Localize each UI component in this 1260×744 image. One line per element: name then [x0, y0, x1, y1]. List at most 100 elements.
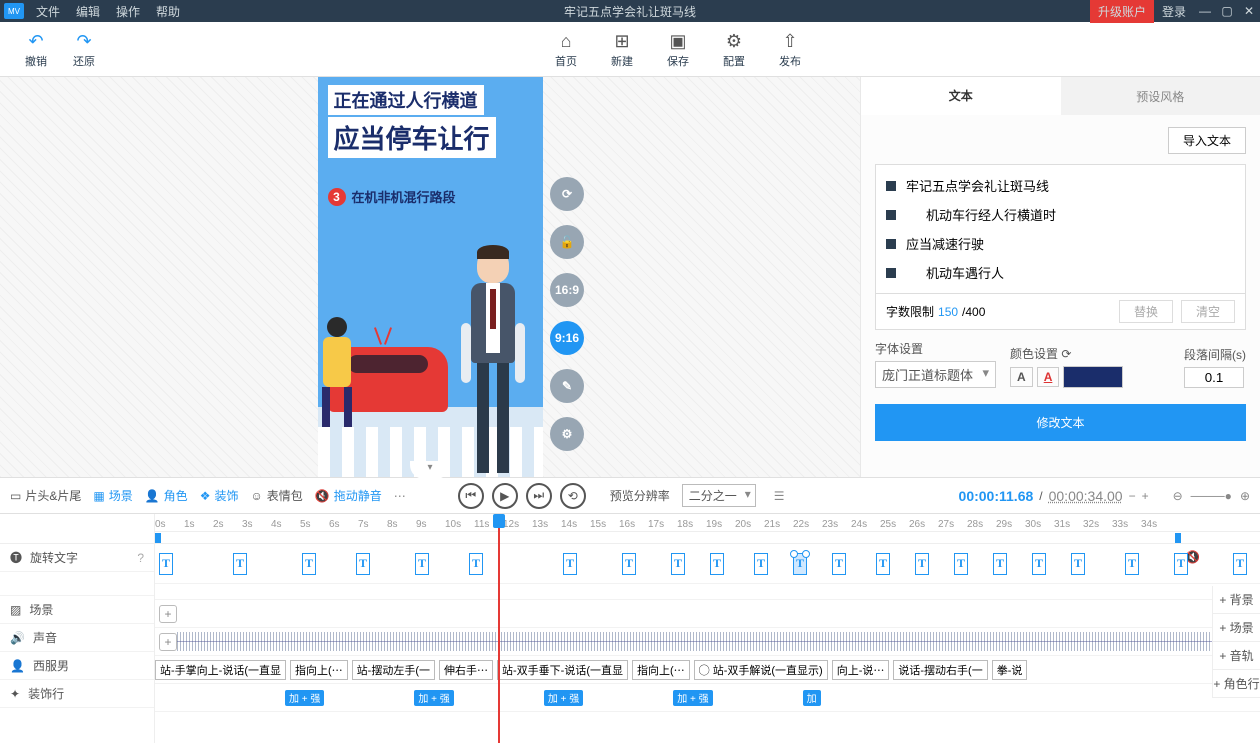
track-text[interactable]: TTTTTTTTTTTTTTTTTTTTTT [155, 544, 1260, 584]
import-text-button[interactable]: 导入文本 [1168, 127, 1246, 154]
text-item[interactable]: 机动车行经人行横道时 [886, 200, 1235, 229]
home-button[interactable]: ⌂首页 [542, 29, 590, 69]
edit-button[interactable]: ✎ [550, 369, 584, 403]
track-decor[interactable]: 加 + 强 加 + 强 加 + 强 加 + 强 加 [155, 684, 1260, 712]
tag-head-tail[interactable]: ▭ 片头&片尾 [10, 487, 81, 504]
text-item[interactable]: 牢记五点学会礼让斑马线 [886, 171, 1235, 200]
track-text-label[interactable]: 🅣 旋转文字? [0, 544, 154, 572]
track-scene-label[interactable]: ▨ 场景 [0, 596, 154, 624]
spacing-input[interactable] [1184, 367, 1244, 388]
time-ruler[interactable]: 0s1s2s3s4s5s6s7s8s9s10s11s12s13s14s15s16… [155, 514, 1260, 532]
track-decor-label[interactable]: ✦ 装饰行 [0, 680, 154, 708]
close-icon[interactable]: ✕ [1238, 4, 1260, 18]
add-role-track-button[interactable]: + 角色行 [1213, 670, 1260, 698]
preview-select[interactable]: 二分之一 [682, 484, 756, 507]
menu-help[interactable]: 帮助 [148, 3, 188, 20]
next-button[interactable]: ⏭ [526, 483, 552, 509]
text-clip[interactable]: T [356, 553, 370, 575]
decor-clip[interactable]: 加 + 强 [414, 690, 453, 706]
text-clip[interactable]: T [563, 553, 577, 575]
time-minus[interactable]: − [1129, 489, 1136, 503]
text-clip[interactable]: T [793, 553, 807, 575]
undo-button[interactable]: ↶撤销 [12, 29, 60, 69]
action-clip[interactable]: 说话-摆动右手(一 [893, 660, 987, 680]
tag-mute[interactable]: 🔇 拖动静音 [315, 487, 382, 504]
text-clip[interactable]: T [469, 553, 483, 575]
zoom-slider[interactable]: ────● [1191, 489, 1232, 503]
decor-clip[interactable]: 加 + 强 [285, 690, 324, 706]
menu-edit[interactable]: 编辑 [68, 3, 108, 20]
range-bar[interactable] [155, 532, 1260, 544]
text-clip[interactable]: T [1233, 553, 1247, 575]
text-clip[interactable]: T [1071, 553, 1085, 575]
replace-button[interactable]: 替换 [1119, 300, 1173, 323]
text-clip[interactable]: T [876, 553, 890, 575]
tag-scene[interactable]: ▦ 场景 [93, 487, 132, 504]
decor-clip[interactable]: 加 + 强 [544, 690, 583, 706]
text-list[interactable]: 牢记五点学会礼让斑马线 机动车行经人行横道时 应当减速行驶 机动车遇行人 [875, 164, 1246, 294]
action-clip[interactable]: 站-双手垂下-说话(一直显 [497, 660, 628, 680]
text-item[interactable]: 机动车遇行人 [886, 258, 1235, 287]
loop-button[interactable]: ⟲ [560, 483, 586, 509]
tab-text[interactable]: 文本 [861, 77, 1061, 115]
play-button[interactable]: ▶ [492, 483, 518, 509]
track-man-label[interactable]: 👤 西服男 [0, 652, 154, 680]
text-clip[interactable]: T [1174, 553, 1188, 575]
redo-button[interactable]: ↷还原 [60, 29, 108, 69]
layers-icon[interactable]: ☰ [774, 489, 785, 503]
action-clip[interactable]: 指向上(⋯ [632, 660, 690, 680]
text-clip[interactable]: T [710, 553, 724, 575]
playhead[interactable] [498, 514, 500, 743]
save-button[interactable]: ▣保存 [654, 29, 702, 69]
text-clip[interactable]: T [993, 553, 1007, 575]
publish-button[interactable]: ⇧发布 [766, 29, 814, 69]
expand-down-icon[interactable]: ▾ [410, 461, 450, 479]
settings-button[interactable]: ⚙ [550, 417, 584, 451]
more-icon[interactable]: ⋯ [394, 489, 406, 503]
text-clip[interactable]: T [915, 553, 929, 575]
prev-button[interactable]: ⏮ [458, 483, 484, 509]
action-clip[interactable]: 站-手掌向上-说话(一直显 [155, 660, 286, 680]
action-clip[interactable]: ◯ 站-双手解说(一直显示) [694, 660, 828, 680]
add-scene-track-button[interactable]: + 场景 [1213, 614, 1260, 642]
text-clip[interactable]: T [754, 553, 768, 575]
text-clip[interactable]: T [954, 553, 968, 575]
text-clip[interactable]: T [415, 553, 429, 575]
add-audio-track-button[interactable]: + 音轨 [1213, 642, 1260, 670]
add-background-button[interactable]: + 背景 [1213, 586, 1260, 614]
ratio-9-16-button[interactable]: 9:16 [550, 321, 584, 355]
tab-preset[interactable]: 预设风格 [1061, 77, 1260, 115]
text-item[interactable]: 应当减速行驶 [886, 229, 1235, 258]
text-clip[interactable]: T [159, 553, 173, 575]
action-clip[interactable]: 指向上(⋯ [290, 660, 348, 680]
zoom-out-icon[interactable]: ⊖ [1173, 489, 1183, 503]
track-sound[interactable]: + [155, 628, 1260, 656]
menu-file[interactable]: 文件 [28, 3, 68, 20]
text-color-a-alt[interactable]: A [1037, 367, 1060, 387]
config-button[interactable]: ⚙配置 [710, 29, 758, 69]
zoom-in-icon[interactable]: ⊕ [1240, 489, 1250, 503]
track-sound-label[interactable]: 🔊 声音 [0, 624, 154, 652]
add-sound-button[interactable]: + [159, 633, 177, 651]
text-clip[interactable]: T [302, 553, 316, 575]
font-select[interactable]: 庞门正道标题体 [875, 361, 996, 388]
time-total[interactable]: 00:00:34.00 [1049, 488, 1123, 504]
action-clip[interactable]: 向上-说⋯ [832, 660, 890, 680]
video-canvas[interactable]: 正在通过人行横道 应当停车让行 3 在机非机混行路段 [318, 77, 543, 477]
login-button[interactable]: 登录 [1154, 3, 1194, 20]
modify-text-button[interactable]: 修改文本 [875, 404, 1246, 441]
decor-clip[interactable]: 加 + 强 [673, 690, 712, 706]
action-clip[interactable]: 拳-说 [992, 660, 1028, 680]
upgrade-button[interactable]: 升级账户 [1090, 0, 1154, 23]
tag-decor[interactable]: ❖ 装饰 [200, 487, 239, 504]
maximize-icon[interactable]: ▢ [1216, 4, 1238, 18]
decor-clip[interactable]: 加 [803, 690, 821, 706]
track-man[interactable]: 站-手掌向上-说话(一直显指向上(⋯站-摆动左手(一伸右手⋯站-双手垂下-说话(… [155, 656, 1260, 684]
text-clip[interactable]: T [832, 553, 846, 575]
text-color-a[interactable]: A [1010, 367, 1033, 387]
text-clip[interactable]: T [1032, 553, 1046, 575]
text-clip[interactable]: T [622, 553, 636, 575]
action-clip[interactable]: 站-摆动左手(一 [352, 660, 435, 680]
clear-button[interactable]: 清空 [1181, 300, 1235, 323]
add-scene-button[interactable]: + [159, 605, 177, 623]
